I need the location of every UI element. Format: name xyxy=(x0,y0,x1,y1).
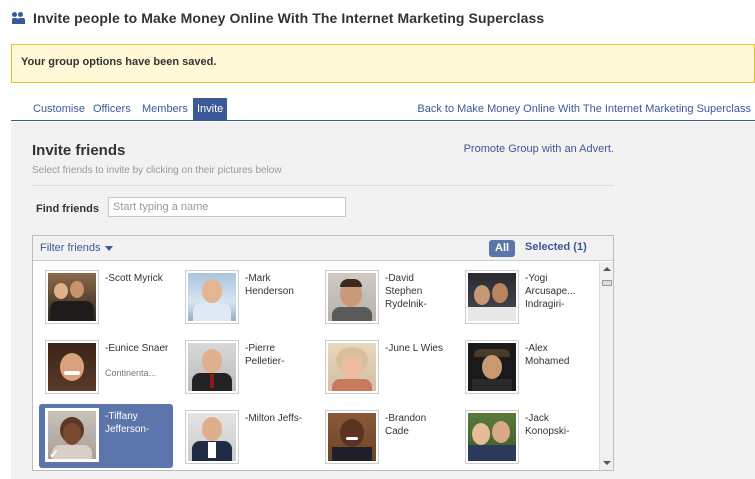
friend-item[interactable]: -Milton Jeffs- xyxy=(179,406,313,470)
friend-name: -Alex Mohamed xyxy=(525,343,570,367)
friend-name: -Tiffany Jefferson- xyxy=(105,411,150,435)
friend-name: -Brandon Cade xyxy=(385,413,427,437)
scroll-thumb[interactable] xyxy=(602,280,612,286)
friend-item[interactable]: -Yogi Arcusape... Indragiri- xyxy=(459,266,593,330)
friend-photo xyxy=(465,340,519,394)
friend-selector: Filter friends All Selected (1) -Scott M… xyxy=(32,235,614,471)
tab-invite[interactable]: Invite xyxy=(193,98,228,120)
friend-network: Continenta... xyxy=(105,368,157,378)
friend-photo xyxy=(45,340,99,394)
tab-bar: Customise Officers Members Invite Back t… xyxy=(11,98,755,121)
friend-photo xyxy=(465,270,519,324)
saved-notice: Your group options have been saved. xyxy=(11,44,755,83)
invite-title: Invite friends xyxy=(32,142,126,159)
page-header: Invite people to Make Money Online With … xyxy=(12,10,544,26)
filter-all-button[interactable]: All xyxy=(489,240,516,257)
filter-friends-label: Filter friends xyxy=(40,242,101,254)
friend-photo xyxy=(45,270,99,324)
checkmark-icon: ✓ xyxy=(49,447,60,461)
friend-name: -Jack Konopski- xyxy=(525,413,570,437)
friend-photo xyxy=(185,410,239,464)
friend-name: -David Stephen Rydelnik- xyxy=(385,273,427,310)
invite-subtitle: Select friends to invite by clicking on … xyxy=(32,165,282,176)
tab-officers[interactable]: Officers xyxy=(89,98,135,120)
filter-bar: Filter friends All Selected (1) xyxy=(33,236,613,261)
scroll-up-arrow-icon[interactable] xyxy=(603,267,611,271)
friend-item[interactable]: -David Stephen Rydelnik- xyxy=(319,266,453,330)
friend-photo xyxy=(325,340,379,394)
friend-name: -Yogi Arcusape... Indragiri- xyxy=(525,273,576,310)
friend-name: -Milton Jeffs- xyxy=(245,413,303,424)
friend-photo xyxy=(325,410,379,464)
filter-friends-dropdown[interactable]: Filter friends xyxy=(40,242,113,254)
friend-list-scrollbar[interactable] xyxy=(599,262,613,470)
friend-item[interactable]: -Mark Henderson xyxy=(179,266,313,330)
friend-photo xyxy=(185,340,239,394)
friend-name: -Mark Henderson xyxy=(245,273,294,297)
friend-name: -Pierre Pelletier- xyxy=(245,343,285,367)
friend-item[interactable]: -Eunice Snaer Continenta... xyxy=(39,336,173,400)
invite-panel: Invite friends Select friends to invite … xyxy=(11,122,755,479)
saved-notice-text: Your group options have been saved. xyxy=(21,56,217,68)
filter-selected-button[interactable]: Selected (1) xyxy=(525,241,587,253)
find-friends-input[interactable] xyxy=(108,197,346,217)
back-to-group-link[interactable]: Back to Make Money Online With The Inter… xyxy=(417,98,751,120)
friend-item[interactable]: -Scott Myrick xyxy=(39,266,173,330)
chevron-down-icon xyxy=(104,245,113,251)
divider xyxy=(32,185,614,186)
friend-item-selected[interactable]: ✓ -Tiffany Jefferson- xyxy=(39,404,173,468)
friend-name: -Scott Myrick xyxy=(105,273,163,284)
promote-group-link[interactable]: Promote Group with an Advert. xyxy=(464,143,614,155)
friend-item[interactable]: -Alex Mohamed xyxy=(459,336,593,400)
friend-item[interactable]: -Jack Konopski- xyxy=(459,406,593,470)
friend-name: -June L Wies xyxy=(385,343,443,354)
friend-name: -Eunice Snaer xyxy=(105,343,169,354)
people-icon xyxy=(12,12,26,24)
find-friends-label: Find friends xyxy=(36,203,99,215)
friend-photo xyxy=(325,270,379,324)
scroll-down-arrow-icon[interactable] xyxy=(603,461,611,465)
friend-photo xyxy=(465,410,519,464)
friend-item[interactable]: -June L Wies xyxy=(319,336,453,400)
friend-grid: -Scott Myrick -Mark Henderson -David Ste… xyxy=(33,262,599,470)
friend-item[interactable]: -Pierre Pelletier- xyxy=(179,336,313,400)
tab-customise[interactable]: Customise xyxy=(29,98,89,120)
friend-photo xyxy=(185,270,239,324)
friend-item[interactable]: -Brandon Cade xyxy=(319,406,453,470)
tab-members[interactable]: Members xyxy=(138,98,192,120)
page-title: Invite people to Make Money Online With … xyxy=(33,10,545,26)
